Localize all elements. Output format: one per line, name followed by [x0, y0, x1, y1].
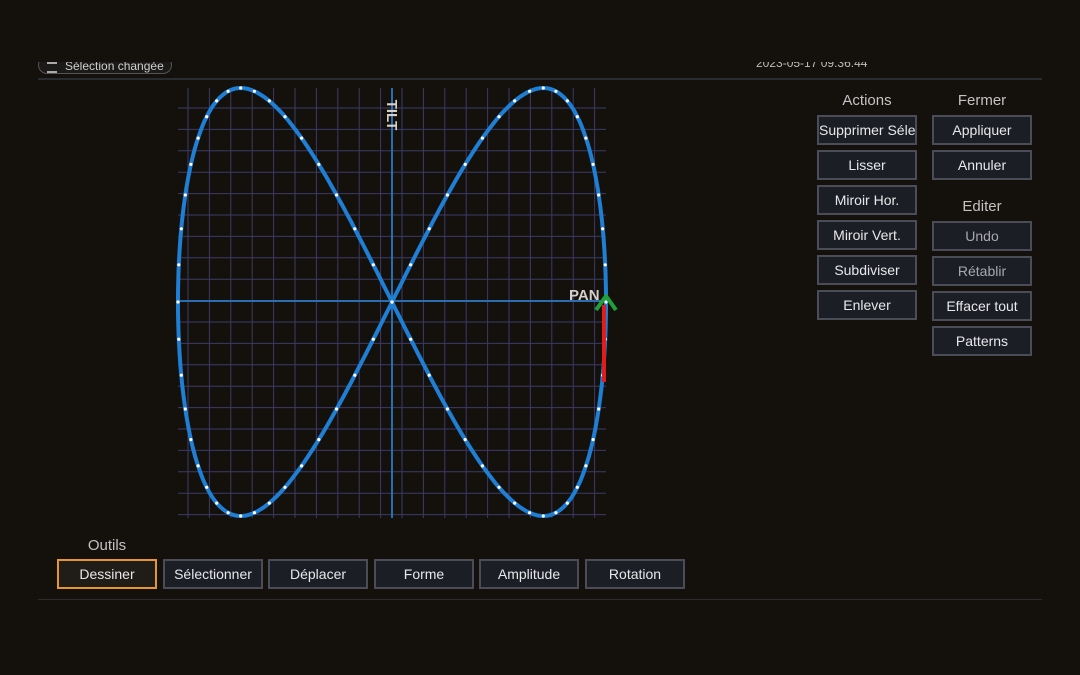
curve-point[interactable]	[591, 438, 595, 442]
curve-point[interactable]	[177, 263, 181, 267]
curve-point[interactable]	[409, 263, 413, 267]
curve-point[interactable]	[597, 193, 601, 197]
mirror-vertical-button[interactable]: Miroir Vert.	[817, 220, 917, 250]
clear-all-button[interactable]: Effacer tout	[932, 291, 1032, 321]
curve-point[interactable]	[601, 227, 605, 231]
tool-amplitude-button[interactable]: Amplitude	[479, 559, 579, 589]
curve-point[interactable]	[554, 89, 558, 93]
curve-point[interactable]	[353, 227, 357, 231]
edit-title: Editer	[962, 198, 1002, 215]
curve-point[interactable]	[584, 464, 588, 468]
curve-point[interactable]	[252, 511, 256, 515]
curve-point[interactable]	[528, 89, 532, 93]
curve-point[interactable]	[463, 162, 467, 166]
curve-point[interactable]	[215, 501, 219, 505]
curve-point[interactable]	[427, 373, 431, 377]
curve-point[interactable]	[409, 337, 413, 341]
curve-point[interactable]	[335, 407, 339, 411]
curve-point[interactable]	[300, 136, 304, 140]
curve-point[interactable]	[317, 162, 321, 166]
curve-point[interactable]	[252, 89, 256, 93]
curve-point[interactable]	[371, 337, 375, 341]
curve-point[interactable]	[283, 485, 287, 489]
curve-point[interactable]	[575, 115, 579, 119]
curve-point[interactable]	[239, 86, 243, 90]
cancel-button[interactable]: Annuler	[932, 150, 1032, 180]
curve-point[interactable]	[541, 86, 545, 90]
curve-point[interactable]	[445, 407, 449, 411]
tool-select-button[interactable]: Sélectionner	[163, 559, 263, 589]
curve-point[interactable]	[189, 162, 193, 166]
tool-rotation-button[interactable]: Rotation	[585, 559, 685, 589]
curve-point[interactable]	[463, 438, 467, 442]
curve-point[interactable]	[179, 227, 183, 231]
curve-point[interactable]	[179, 373, 183, 377]
curve-point[interactable]	[513, 501, 517, 505]
curve-point[interactable]	[239, 514, 243, 518]
curve-point[interactable]	[565, 99, 569, 103]
curve-point[interactable]	[554, 511, 558, 515]
tools-title: Outils	[87, 537, 127, 554]
curve-point[interactable]	[565, 501, 569, 505]
tool-move-button[interactable]: Déplacer	[268, 559, 368, 589]
curve-point[interactable]	[390, 300, 394, 304]
curve-point[interactable]	[177, 337, 181, 341]
curve-point[interactable]	[267, 99, 271, 103]
tilt-label: TILT	[383, 100, 400, 131]
delete-selection-label: Supprimer Sélection	[819, 122, 916, 138]
delete-selection-button[interactable]: Supprimer Sélection	[817, 115, 917, 145]
bottom-divider	[38, 599, 1042, 600]
patterns-button[interactable]: Patterns	[932, 326, 1032, 356]
curve-point[interactable]	[575, 485, 579, 489]
pan-label: PAN	[569, 287, 600, 304]
curve-point[interactable]	[445, 193, 449, 197]
curve-point[interactable]	[226, 511, 230, 515]
curve-point[interactable]	[497, 115, 501, 119]
curve-point[interactable]	[215, 99, 219, 103]
curve-point[interactable]	[528, 511, 532, 515]
apply-button[interactable]: Appliquer	[932, 115, 1032, 145]
curve-point[interactable]	[183, 193, 187, 197]
curve-point[interactable]	[176, 300, 180, 304]
curve-point[interactable]	[189, 438, 193, 442]
curve-point[interactable]	[480, 136, 484, 140]
curve-point[interactable]	[267, 501, 271, 505]
subdivide-button[interactable]: Subdiviser	[817, 255, 917, 285]
redo-button[interactable]: Rétablir	[932, 256, 1032, 286]
curve-point[interactable]	[584, 136, 588, 140]
curve-point[interactable]	[335, 193, 339, 197]
tool-draw-button[interactable]: Dessiner	[57, 559, 157, 589]
curve-point[interactable]	[196, 136, 200, 140]
curve-point[interactable]	[283, 115, 287, 119]
curve-point[interactable]	[317, 438, 321, 442]
curve-point[interactable]	[597, 407, 601, 411]
remove-button[interactable]: Enlever	[817, 290, 917, 320]
curve-point[interactable]	[183, 407, 187, 411]
curve-point[interactable]	[371, 263, 375, 267]
undo-button[interactable]: Undo	[932, 221, 1032, 251]
curve-point[interactable]	[353, 373, 357, 377]
curve-point[interactable]	[205, 115, 209, 119]
smooth-button[interactable]: Lisser	[817, 150, 917, 180]
curve-point[interactable]	[591, 162, 595, 166]
mirror-horizontal-button[interactable]: Miroir Hor.	[817, 185, 917, 215]
close-title: Fermer	[957, 92, 1007, 109]
curve-point[interactable]	[300, 464, 304, 468]
curve-point[interactable]	[196, 464, 200, 468]
tool-shape-button[interactable]: Forme	[374, 559, 474, 589]
actions-title: Actions	[842, 92, 892, 109]
curve-point[interactable]	[427, 227, 431, 231]
curve-point[interactable]	[497, 485, 501, 489]
curve-point[interactable]	[541, 514, 545, 518]
curve-point[interactable]	[603, 263, 607, 267]
curve-point[interactable]	[513, 99, 517, 103]
curve-point[interactable]	[205, 485, 209, 489]
curve-point[interactable]	[226, 89, 230, 93]
curve-point[interactable]	[480, 464, 484, 468]
